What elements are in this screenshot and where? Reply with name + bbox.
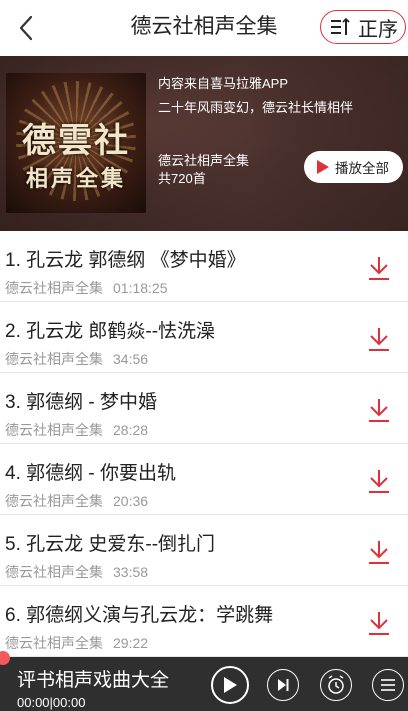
next-track-button[interactable] [267, 669, 299, 701]
album-name: 德云社相声全集 [158, 153, 250, 168]
track-duration: 29:22 [113, 635, 149, 651]
download-icon [369, 470, 389, 493]
track-title: 3. 郭德纲 - 梦中婚 [5, 392, 158, 413]
download-button[interactable] [364, 324, 394, 354]
track-duration: 33:58 [113, 564, 149, 580]
play-pause-button[interactable] [211, 666, 249, 704]
track-duration: 28:28 [113, 422, 149, 438]
player-time: 00:00|00:00 [17, 695, 86, 710]
mini-player[interactable]: 评书相声戏曲大全 00:00|00:00 [0, 651, 408, 711]
album-banner: 德雲社 相声全集 内容来自喜马拉雅APP 二十年风雨变幻，德云社长情相伴 德云社… [0, 56, 408, 231]
track-meta: 德云社相声全集 33:58 [5, 562, 148, 582]
cover-title-line1: 德雲社 [22, 121, 130, 161]
download-button[interactable] [364, 537, 394, 567]
album-source: 内容来自喜马拉雅APP [158, 76, 289, 91]
track-row[interactable]: 1. 孔云龙 郭德纲 《梦中婚》 德云社相声全集 01:18:25 [0, 231, 408, 302]
progress-handle[interactable] [0, 651, 10, 665]
album-cover[interactable]: 德雲社 相声全集 [6, 73, 146, 213]
track-duration: 01:18:25 [113, 280, 168, 296]
track-title: 6. 郭德纲义演与孔云龙：学跳舞 [5, 605, 274, 626]
track-meta: 德云社相声全集 34:56 [5, 349, 148, 369]
download-icon [369, 612, 389, 635]
track-duration: 34:56 [113, 351, 149, 367]
download-icon [369, 541, 389, 564]
track-meta: 德云社相声全集 28:28 [5, 420, 148, 440]
skip-next-icon [278, 679, 289, 691]
play-icon [317, 160, 329, 174]
play-all-button[interactable]: 播放全部 [304, 151, 403, 183]
track-row[interactable]: 6. 郭德纲义演与孔云龙：学跳舞 德云社相声全集 29:22 [0, 586, 408, 657]
album-track-count: 共720首 [158, 171, 206, 186]
play-all-label: 播放全部 [335, 161, 389, 176]
download-icon [369, 399, 389, 422]
download-button[interactable] [364, 253, 394, 283]
album-slogan: 二十年风雨变幻，德云社长情相伴 [158, 100, 354, 115]
track-duration: 20:36 [113, 493, 149, 509]
chevron-left-icon [19, 15, 33, 41]
menu-list-icon [381, 679, 395, 691]
track-meta: 德云社相声全集 29:22 [5, 633, 148, 653]
track-album: 德云社相声全集 [5, 564, 103, 580]
sort-icon [331, 17, 350, 35]
download-icon [369, 328, 389, 351]
play-icon [224, 677, 237, 693]
track-meta: 德云社相声全集 20:36 [5, 491, 148, 511]
playlist-button[interactable] [372, 669, 404, 701]
track-album: 德云社相声全集 [5, 635, 103, 651]
download-button[interactable] [364, 608, 394, 638]
sort-order-label: 正序 [358, 18, 398, 41]
track-album: 德云社相声全集 [5, 280, 103, 296]
download-button[interactable] [364, 395, 394, 425]
track-title: 2. 孔云龙 郎鹤焱--怯洗澡 [5, 321, 216, 342]
track-row[interactable]: 3. 郭德纲 - 梦中婚 德云社相声全集 28:28 [0, 373, 408, 444]
track-album: 德云社相声全集 [5, 493, 103, 509]
alarm-clock-icon [328, 675, 344, 694]
track-title: 5. 孔云龙 史爱东--倒扎门 [5, 534, 216, 555]
cover-title-line2: 相声全集 [25, 166, 126, 192]
back-button[interactable] [10, 12, 42, 44]
download-icon [369, 257, 389, 280]
track-list: 1. 孔云龙 郭德纲 《梦中婚》 德云社相声全集 01:18:25 2. 孔云龙 … [0, 231, 408, 657]
sleep-timer-button[interactable] [320, 669, 352, 701]
sort-order-button[interactable]: 正序 [320, 10, 406, 44]
download-button[interactable] [364, 466, 394, 496]
track-album: 德云社相声全集 [5, 351, 103, 367]
player-title: 评书相声戏曲大全 [17, 670, 170, 691]
track-title: 1. 孔云龙 郭德纲 《梦中婚》 [5, 250, 246, 271]
track-meta: 德云社相声全集 01:18:25 [5, 278, 168, 298]
track-title: 4. 郭德纲 - 你要出轨 [5, 463, 177, 484]
track-row[interactable]: 5. 孔云龙 史爱东--倒扎门 德云社相声全集 33:58 [0, 515, 408, 586]
track-album: 德云社相声全集 [5, 422, 103, 438]
track-row[interactable]: 2. 孔云龙 郎鹤焱--怯洗澡 德云社相声全集 34:56 [0, 302, 408, 373]
top-bar: 德云社相声全集 正序 [0, 0, 408, 56]
track-row[interactable]: 4. 郭德纲 - 你要出轨 德云社相声全集 20:36 [0, 444, 408, 515]
